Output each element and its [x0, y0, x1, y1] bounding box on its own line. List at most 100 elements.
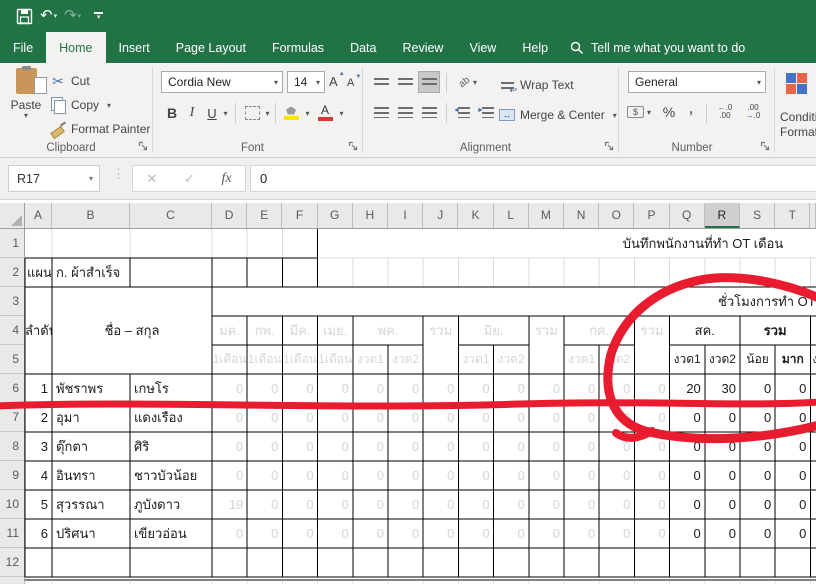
cell-row-no[interactable]: 5: [25, 490, 48, 519]
cell-value[interactable]: 0: [495, 374, 525, 403]
cell-value[interactable]: 0: [213, 374, 243, 403]
month-header[interactable]: เมย.: [318, 316, 353, 345]
period-subheader[interactable]: งวด2: [599, 345, 634, 374]
cell-value[interactable]: 20: [671, 374, 701, 403]
ribbon-tab-insert[interactable]: Insert: [106, 32, 163, 63]
cell-value[interactable]: 0: [213, 461, 243, 490]
month-header[interactable]: รวม: [634, 316, 669, 345]
cell-value[interactable]: 0: [530, 490, 560, 519]
period-subheader-partial[interactable]: ง: [812, 345, 816, 374]
cell-value[interactable]: 0: [635, 432, 665, 461]
column-header-E[interactable]: E: [247, 203, 282, 228]
cell-value[interactable]: 0: [565, 374, 595, 403]
customize-quick-access-button[interactable]: ▾: [94, 12, 103, 20]
cell-value[interactable]: 0: [565, 432, 595, 461]
cell-value[interactable]: 0: [706, 461, 736, 490]
cell-value[interactable]: 0: [319, 519, 349, 548]
period-subheader[interactable]: 1เดือน: [212, 345, 247, 374]
cell-value[interactable]: 0: [283, 403, 313, 432]
fill-color-button[interactable]: [281, 101, 301, 125]
cell-value[interactable]: 0: [248, 403, 278, 432]
cell-value[interactable]: 0: [741, 403, 771, 432]
column-header-partial[interactable]: [810, 203, 816, 228]
cell-value[interactable]: 0: [565, 519, 595, 548]
row-header-2[interactable]: 2: [0, 258, 24, 287]
cell-value[interactable]: 0: [495, 519, 525, 548]
row-header-1[interactable]: 1: [0, 229, 24, 258]
row-header-6[interactable]: 6: [0, 374, 24, 403]
period-subheader[interactable]: 1เดือน: [247, 345, 282, 374]
align-left-button[interactable]: [370, 101, 392, 123]
month-header[interactable]: มิย.: [458, 316, 528, 345]
period-subheader[interactable]: งวด2: [388, 345, 423, 374]
cell-value[interactable]: 0: [776, 432, 806, 461]
decrease-font-size-button[interactable]: A▼: [347, 71, 354, 95]
cell-value[interactable]: 0: [319, 374, 349, 403]
cell-value[interactable]: 0: [213, 432, 243, 461]
ribbon-tab-review[interactable]: Review: [389, 32, 456, 63]
column-header-F[interactable]: F: [282, 203, 317, 228]
cell-value[interactable]: 0: [459, 374, 489, 403]
cell-value[interactable]: 0: [565, 490, 595, 519]
cell-value[interactable]: 0: [283, 519, 313, 548]
cell-row-no[interactable]: 3: [25, 432, 48, 461]
row-header-12[interactable]: 12: [0, 548, 24, 577]
month-header[interactable]: พค.: [353, 316, 423, 345]
name-column-header[interactable]: ชื่อ – สกุล: [52, 316, 212, 345]
cell-value[interactable]: 0: [530, 403, 560, 432]
conditional-formatting-button[interactable]: Conditi Formatt: [777, 63, 816, 157]
italic-button[interactable]: I: [183, 101, 201, 125]
cell-value[interactable]: 0: [600, 519, 630, 548]
align-center-button[interactable]: [394, 101, 416, 123]
copy-button[interactable]: Copy▾: [50, 94, 111, 116]
month-header[interactable]: มีค.: [282, 316, 317, 345]
cell-value[interactable]: 0: [671, 490, 701, 519]
column-header-S[interactable]: S: [740, 203, 775, 228]
cell-value[interactable]: 0: [530, 519, 560, 548]
font-dialog-launcher[interactable]: [348, 141, 358, 151]
cell-first-name[interactable]: ตุ๊กตา: [56, 432, 128, 461]
cell-value[interactable]: 0: [319, 461, 349, 490]
cell-row-no[interactable]: 6: [25, 519, 48, 548]
cell-value[interactable]: 0: [424, 490, 454, 519]
column-header-C[interactable]: C: [130, 203, 212, 228]
cell-first-name[interactable]: อุมา: [56, 403, 128, 432]
ribbon-tab-page-layout[interactable]: Page Layout: [163, 32, 259, 63]
align-right-button[interactable]: [418, 101, 440, 123]
undo-button[interactable]: ↶▾: [40, 4, 57, 28]
month-header[interactable]: กพ.: [247, 316, 282, 345]
column-header-I[interactable]: I: [388, 203, 423, 228]
cell-value[interactable]: 0: [283, 490, 313, 519]
no-column-header[interactable]: ลำดับ: [25, 316, 52, 345]
fill-color-dropdown-arrow[interactable]: ▾: [301, 101, 311, 125]
redo-button[interactable]: ↷▾: [64, 4, 81, 28]
period-subheader[interactable]: 1เดือน: [318, 345, 353, 374]
cell-value[interactable]: 0: [706, 403, 736, 432]
cell-last-name[interactable]: ชาวบัวน้อย: [134, 461, 210, 490]
cell-value[interactable]: 0: [776, 519, 806, 548]
cell-value[interactable]: 0: [671, 432, 701, 461]
increase-indent-button[interactable]: ►: [477, 101, 499, 123]
period-subheader[interactable]: งวด1: [458, 345, 493, 374]
cell-value[interactable]: 0: [706, 490, 736, 519]
ribbon-tab-help[interactable]: Help: [509, 32, 561, 63]
cell-value[interactable]: 0: [741, 519, 771, 548]
save-button[interactable]: [16, 8, 33, 25]
cell-value[interactable]: 0: [248, 490, 278, 519]
month-header[interactable]: รวม: [423, 316, 458, 345]
font-color-dropdown-arrow[interactable]: ▾: [335, 101, 345, 125]
font-name-dropdown-arrow[interactable]: ▾: [274, 78, 278, 87]
month-header[interactable]: มค.: [212, 316, 247, 345]
decrease-decimal-button[interactable]: .00→.0: [740, 101, 766, 123]
clipboard-dialog-launcher[interactable]: [138, 141, 148, 151]
cell-value[interactable]: 0: [459, 461, 489, 490]
cell-value[interactable]: 0: [354, 461, 384, 490]
cell-value[interactable]: 0: [389, 461, 419, 490]
cell-value[interactable]: 0: [776, 403, 806, 432]
cell-value[interactable]: 0: [424, 461, 454, 490]
enter-button[interactable]: ✓: [184, 171, 195, 187]
cell-value[interactable]: 0: [495, 490, 525, 519]
column-header-O[interactable]: O: [599, 203, 634, 228]
percent-style-button[interactable]: %: [658, 101, 680, 123]
ot-year-header[interactable]: ชั่วโมงการทำ OT ปี: [718, 287, 816, 316]
